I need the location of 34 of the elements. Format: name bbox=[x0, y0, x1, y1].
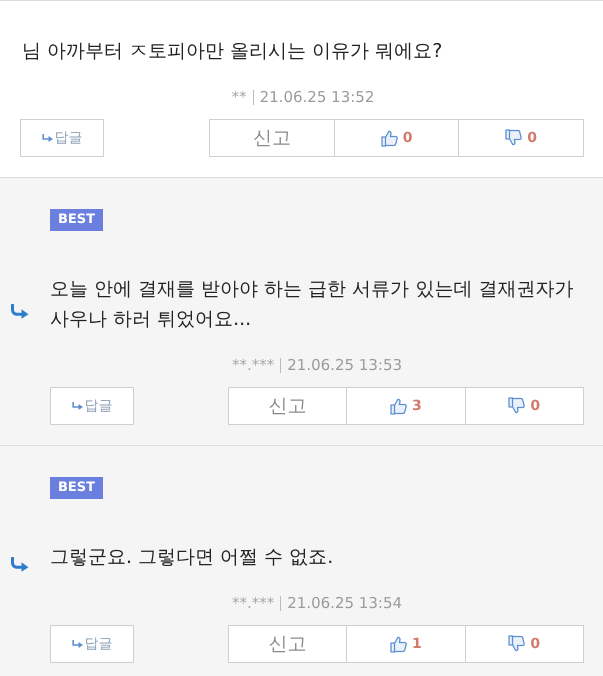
reply-button[interactable]: 답글 bbox=[20, 119, 104, 157]
thumbs-down-icon bbox=[508, 397, 526, 415]
thumbs-down-icon bbox=[508, 635, 526, 653]
reply-arrow-icon bbox=[10, 556, 29, 572]
reply-arrow-icon bbox=[10, 304, 29, 318]
comment-date: 21.06.25 13:53 bbox=[280, 358, 402, 373]
reply-button[interactable]: 답글 bbox=[50, 387, 134, 425]
comment-text: 그렇군요. 그렇다면 어쩔 수 없죠. bbox=[50, 545, 334, 570]
dislike-button[interactable]: 0 bbox=[466, 625, 584, 663]
like-button[interactable]: 3 bbox=[347, 387, 466, 425]
dislike-button[interactable]: 0 bbox=[459, 119, 584, 157]
report-button[interactable]: 신고 bbox=[228, 387, 348, 425]
comment-text: 님 아까부터 ㅈ토피아만 올리시는 이유가 뭐에요? bbox=[22, 39, 442, 64]
comment-date: 21.06.25 13:54 bbox=[280, 596, 402, 611]
reply-button[interactable]: 답글 bbox=[50, 625, 134, 663]
report-button[interactable]: 신고 bbox=[228, 625, 348, 663]
comment-date: 21.06.25 13:52 bbox=[252, 90, 374, 105]
thumbs-down-icon bbox=[505, 129, 522, 147]
thumbs-up-icon bbox=[390, 635, 408, 653]
report-button[interactable]: 신고 bbox=[209, 119, 335, 157]
comment-text: 오늘 안에 결재를 받아야 하는 급한 서류가 있는데 결재권자가 사우나 하러 튀었어요... bbox=[50, 277, 574, 332]
thumbs-up-icon bbox=[380, 129, 398, 147]
dislike-button[interactable]: 0 bbox=[466, 387, 584, 425]
reply-arrow-icon bbox=[42, 134, 52, 142]
reply-arrow-icon bbox=[72, 640, 82, 648]
author-name: **.*** bbox=[232, 594, 276, 612]
like-button[interactable]: 1 bbox=[347, 625, 466, 663]
thumbs-up-icon bbox=[390, 397, 408, 415]
reply-arrow-icon bbox=[72, 402, 82, 410]
best-badge: BEST bbox=[50, 209, 104, 231]
best-badge: BEST bbox=[50, 477, 104, 499]
author-name: **.*** bbox=[232, 356, 276, 374]
like-button[interactable]: 0 bbox=[334, 119, 460, 157]
author-name: ** bbox=[232, 88, 248, 106]
